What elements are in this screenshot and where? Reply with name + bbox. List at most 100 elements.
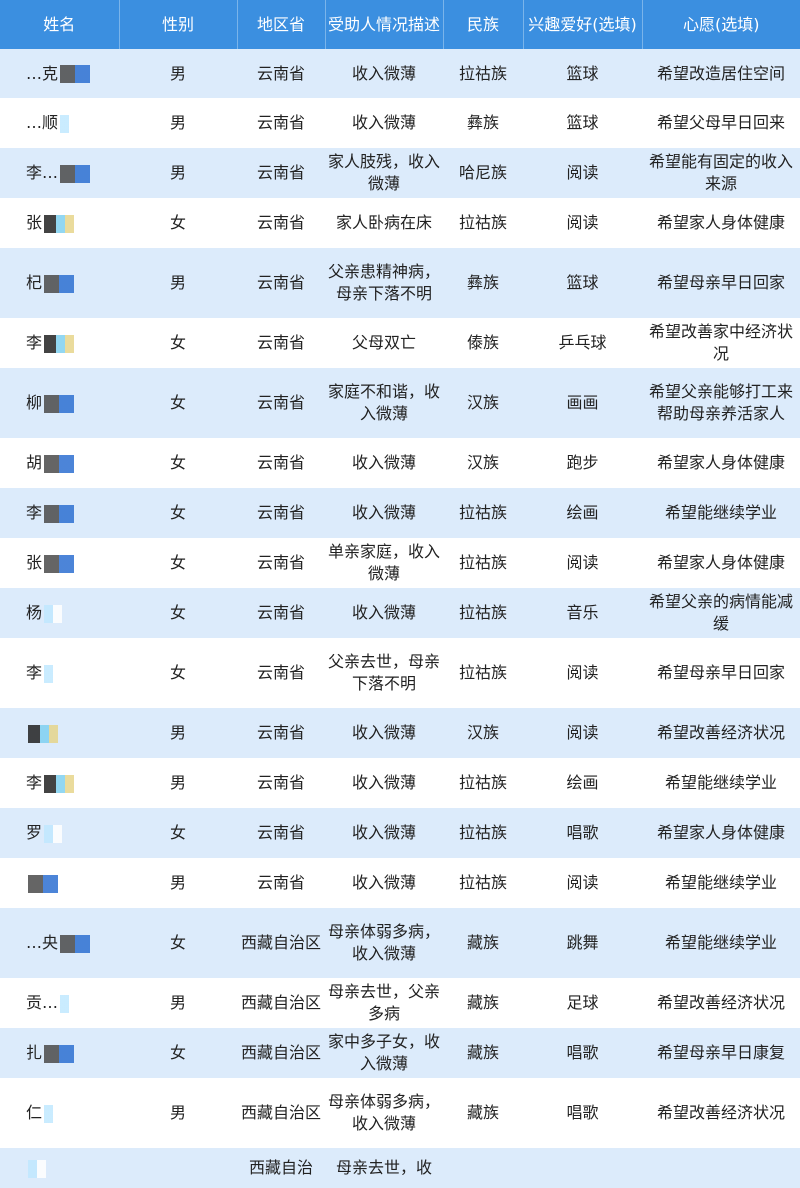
gender-cell: 女	[119, 908, 237, 978]
table-row: 贡… 男西藏自治区 母亲去世，父亲多病 藏族 足球 希望改善经济状况	[0, 978, 800, 1028]
ethnicity-cell: 彝族	[443, 98, 523, 148]
redaction-mosaic	[44, 274, 75, 293]
gender-cell: 女	[119, 808, 237, 858]
ethnicity-cell: 拉祜族	[443, 49, 523, 98]
redaction-mosaic	[28, 1159, 46, 1178]
wish-cell: 希望父亲能够打工来帮助母亲养活家人	[642, 368, 800, 438]
region-cell: 西藏自治区	[237, 1078, 325, 1148]
redaction-mosaic	[60, 994, 79, 1013]
hobby-cell: 跑步	[523, 438, 642, 488]
wish-cell: 希望家人身体健康	[642, 808, 800, 858]
wish-cell: 希望母亲早日康复	[642, 1028, 800, 1078]
name-cell: 扎	[0, 1028, 119, 1078]
redaction-mosaic	[44, 334, 75, 353]
gender-cell: 女	[119, 638, 237, 708]
name-cell: 杨	[0, 588, 119, 638]
name-cell: 张	[0, 538, 119, 588]
ethnicity-cell: 藏族	[443, 1078, 523, 1148]
name-text: 扎	[26, 1043, 43, 1062]
description-cell: 母亲去世，父亲多病	[325, 978, 443, 1028]
ethnicity-cell: 汉族	[443, 368, 523, 438]
table-row: 李 女云南省 父母双亡 傣族 乒乓球 希望改善家中经济状况	[0, 318, 800, 368]
wish-cell: 希望能继续学业	[642, 758, 800, 808]
wish-cell: 希望改善经济状况	[642, 708, 800, 758]
gender-cell: 男	[119, 98, 237, 148]
gender-cell: 女	[119, 1028, 237, 1078]
region-cell: 云南省	[237, 318, 325, 368]
region-cell: 西藏自治区	[237, 908, 325, 978]
header-name: 姓名	[0, 0, 120, 49]
description-cell: 收入微薄	[325, 758, 443, 808]
region-cell: 西藏自治区	[237, 1028, 325, 1078]
name-cell: 李	[0, 318, 119, 368]
gender-cell: 男	[119, 708, 237, 758]
name-text: 张	[26, 213, 43, 232]
redaction-mosaic	[60, 934, 91, 953]
table-row: 男云南省 收入微薄 拉祜族 阅读 希望能继续学业	[0, 858, 800, 908]
region-cell: 云南省	[237, 708, 325, 758]
hobby-cell: 篮球	[523, 248, 642, 318]
gender-cell: 女	[119, 198, 237, 248]
table-row: …央 女西藏自治区 母亲体弱多病，收入微薄 藏族 跳舞 希望能继续学业	[0, 908, 800, 978]
hobby-cell: 阅读	[523, 638, 642, 708]
hobby-cell	[523, 1148, 642, 1188]
name-text: …央	[26, 933, 59, 952]
gender-cell: 男	[119, 858, 237, 908]
header-hobby: 兴趣爱好(选填)	[523, 0, 643, 49]
redaction-mosaic	[44, 1104, 63, 1123]
name-cell: 仁	[0, 1078, 119, 1148]
name-cell	[0, 708, 119, 758]
table-row: 男云南省 收入微薄 汉族 阅读 希望改善经济状况	[0, 708, 800, 758]
ethnicity-cell: 拉祜族	[443, 758, 523, 808]
table-row: 罗 女云南省 收入微薄 拉祜族 唱歌 希望家人身体健康	[0, 808, 800, 858]
table-row: 柳 女云南省 家庭不和谐，收入微薄 汉族 画画 希望父亲能够打工来帮助母亲养活家人	[0, 368, 800, 438]
wish-cell: 希望父母早日回来	[642, 98, 800, 148]
table-row: 张 女云南省 单亲家庭，收入微薄 拉祜族 阅读 希望家人身体健康	[0, 538, 800, 588]
region-cell: 云南省	[237, 588, 325, 638]
wish-cell: 希望能有固定的收入来源	[642, 148, 800, 198]
ethnicity-cell: 拉祜族	[443, 588, 523, 638]
ethnicity-cell: 藏族	[443, 1028, 523, 1078]
ethnicity-cell: 彝族	[443, 248, 523, 318]
name-cell: …克	[0, 49, 119, 98]
table-body: …克男云南省 收入微薄 拉祜族 篮球 希望改造居住空间 …顺男云南省 收入微薄 彝族 篮球 希望父…	[0, 49, 800, 1188]
description-cell: 家中多子女，收入微薄	[325, 1028, 443, 1078]
table-row: 李 男云南省 收入微薄 拉祜族 绘画 希望能继续学业	[0, 758, 800, 808]
ethnicity-cell: 哈尼族	[443, 148, 523, 198]
wish-cell: 希望能继续学业	[642, 908, 800, 978]
redaction-mosaic	[44, 214, 75, 233]
name-cell	[0, 1148, 119, 1188]
description-cell: 父母双亡	[325, 318, 443, 368]
hobby-cell: 乒乓球	[523, 318, 642, 368]
redaction-mosaic	[44, 394, 75, 413]
ethnicity-cell: 拉祜族	[443, 808, 523, 858]
redaction-mosaic	[60, 65, 91, 83]
redaction-mosaic	[44, 1044, 75, 1063]
description-cell: 收入微薄	[325, 98, 443, 148]
description-cell: 家人卧病在床	[325, 198, 443, 248]
description-cell: 收入微薄	[325, 438, 443, 488]
hobby-cell: 唱歌	[523, 1078, 642, 1148]
hobby-cell: 足球	[523, 978, 642, 1028]
region-cell: 云南省	[237, 98, 325, 148]
gender-cell: 女	[119, 438, 237, 488]
region-cell: 西藏自治	[237, 1148, 325, 1188]
description-cell: 收入微薄	[325, 588, 443, 638]
ethnicity-cell: 拉祜族	[443, 198, 523, 248]
name-cell: 李	[0, 758, 119, 808]
hobby-cell: 阅读	[523, 538, 642, 588]
description-cell: 收入微薄	[325, 808, 443, 858]
gender-cell: 女	[119, 368, 237, 438]
header-wish: 心愿(选填)	[642, 0, 800, 49]
name-text: …顺	[26, 113, 59, 132]
description-cell: 母亲体弱多病，收入微薄	[325, 1078, 443, 1148]
gender-cell: 男	[119, 978, 237, 1028]
wish-cell: 希望家人身体健康	[642, 538, 800, 588]
table-row: …顺 男云南省 收入微薄 彝族 篮球 希望父母早日回来	[0, 98, 800, 148]
ethnicity-cell: 拉祜族	[443, 538, 523, 588]
name-text: 贡…	[26, 993, 59, 1012]
region-cell: 云南省	[237, 858, 325, 908]
table-row: 张 女云南省 家人卧病在床 拉祜族 阅读 希望家人身体健康	[0, 198, 800, 248]
hobby-cell: 唱歌	[523, 808, 642, 858]
hobby-cell: 阅读	[523, 198, 642, 248]
